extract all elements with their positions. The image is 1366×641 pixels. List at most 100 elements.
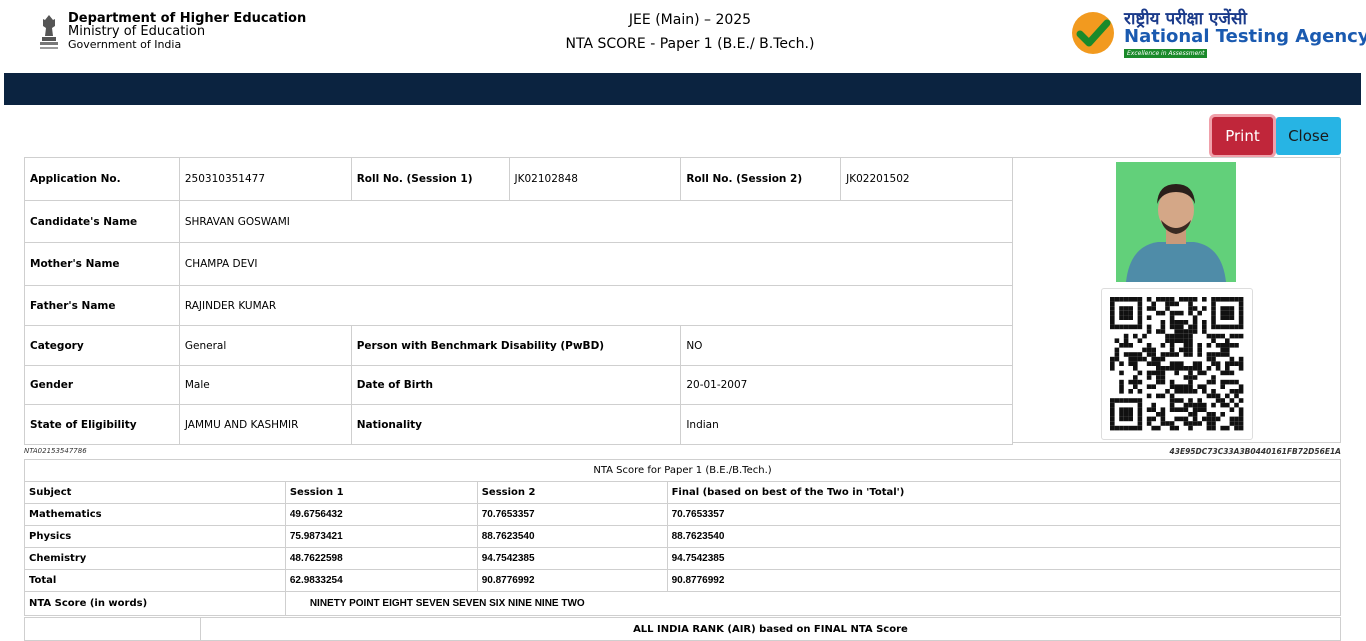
qr-module	[1188, 352, 1193, 357]
qr-module	[1188, 306, 1193, 311]
qr-module	[1211, 379, 1216, 385]
qr-module	[1151, 416, 1156, 422]
qr-module	[1179, 320, 1184, 325]
qr-module	[1179, 366, 1184, 371]
qr-module	[1151, 402, 1156, 408]
pwbd-value: NO	[680, 325, 1013, 366]
qr-module	[1160, 393, 1166, 399]
qr-module	[1110, 425, 1115, 431]
qr-module	[1123, 416, 1129, 422]
qr-module	[1119, 315, 1124, 320]
subject-name: Mathematics	[24, 503, 286, 526]
qr-module	[1225, 361, 1230, 366]
qr-module	[1188, 384, 1193, 389]
qr-module	[1229, 306, 1235, 311]
qr-module	[1238, 384, 1244, 389]
qr-module	[1234, 324, 1239, 330]
qr-module	[1206, 425, 1212, 431]
qr-module	[1151, 352, 1156, 357]
close-button[interactable]: Close	[1276, 117, 1341, 155]
qr-module	[1160, 370, 1166, 376]
qr-module	[1206, 333, 1212, 339]
qr-module	[1110, 297, 1115, 302]
qr-module	[1183, 297, 1189, 302]
qr-module	[1197, 384, 1202, 389]
qr-module	[1165, 338, 1170, 343]
print-button[interactable]: Print	[1212, 117, 1273, 155]
qr-module	[1137, 301, 1143, 307]
qr-module	[1225, 306, 1230, 311]
qr-module	[1165, 333, 1170, 339]
info-row: Mother's Name CHAMPA DEVI	[24, 242, 1014, 286]
qr-module	[1229, 315, 1235, 320]
qr-module	[1211, 310, 1216, 316]
qr-module	[1110, 310, 1115, 316]
qr-module	[1197, 361, 1202, 366]
qr-module	[1169, 379, 1175, 385]
qr-module	[1229, 370, 1235, 376]
qr-module	[1192, 375, 1198, 380]
page-header: Department of Higher Education Ministry …	[0, 0, 1366, 73]
qr-module	[1197, 398, 1202, 403]
qr-module	[1174, 324, 1179, 330]
qr-module	[1211, 375, 1216, 380]
qr-module	[1133, 333, 1138, 339]
qr-module	[1128, 407, 1133, 412]
qr-module	[1160, 356, 1166, 362]
qr-module	[1165, 306, 1170, 311]
column-header: Session 1	[284, 481, 478, 504]
qr-module	[1188, 370, 1193, 376]
qr-module	[1215, 393, 1221, 399]
qr-module	[1110, 416, 1115, 422]
application-no-value: 250310351477	[178, 157, 352, 201]
qr-module	[1206, 366, 1212, 371]
qr-module	[1160, 375, 1166, 380]
candidate-name-label: Candidate's Name	[24, 200, 180, 243]
qr-module	[1156, 310, 1161, 316]
candidate-info-table: Application No. 250310351477 Roll No. (S…	[24, 157, 1014, 445]
qr-module	[1123, 343, 1129, 348]
qr-module	[1238, 389, 1244, 394]
info-row: Gender Male Date of Birth 20-01-2007	[24, 365, 1013, 405]
qr-module	[1110, 412, 1115, 417]
table-row: Chemistry 48.7622598 94.7542385 94.75423…	[24, 547, 1342, 570]
qr-module	[1234, 343, 1239, 348]
qr-module	[1238, 407, 1244, 412]
qr-module	[1183, 347, 1189, 353]
qr-module	[1206, 412, 1212, 417]
qr-module	[1165, 389, 1170, 394]
score-title-row: NTA Score for Paper 1 (B.E./B.Tech.)	[24, 459, 1341, 482]
qr-module	[1206, 393, 1212, 399]
qr-module	[1146, 416, 1152, 422]
roll-session1-label: Roll No. (Session 1)	[350, 157, 510, 201]
qr-module	[1174, 370, 1179, 376]
qr-module	[1142, 333, 1147, 339]
qr-module	[1119, 416, 1124, 422]
qr-module	[1156, 375, 1161, 380]
qr-code-icon	[1110, 297, 1244, 431]
qr-module	[1160, 366, 1166, 371]
qr-module	[1119, 361, 1124, 366]
qr-module	[1215, 352, 1221, 357]
qr-module	[1188, 421, 1193, 426]
qr-module	[1220, 370, 1225, 376]
qr-module	[1220, 412, 1225, 417]
qr-module	[1128, 306, 1133, 311]
qr-module	[1169, 361, 1175, 366]
qr-module	[1160, 412, 1166, 417]
qr-module	[1183, 384, 1189, 389]
qr-module	[1174, 333, 1179, 339]
qr-module	[1174, 425, 1179, 431]
info-row: Father's Name RAJINDER KUMAR	[24, 285, 1014, 326]
qr-module	[1234, 402, 1239, 408]
final-score: 90.8776992	[666, 569, 1342, 592]
qr-module	[1156, 366, 1161, 371]
qr-module	[1146, 297, 1152, 302]
qr-module	[1211, 425, 1216, 431]
qr-module	[1128, 425, 1133, 431]
qr-module	[1123, 324, 1129, 330]
qr-module	[1225, 338, 1230, 343]
qr-module	[1114, 297, 1120, 302]
qr-module	[1211, 393, 1216, 399]
qr-module	[1169, 352, 1175, 357]
